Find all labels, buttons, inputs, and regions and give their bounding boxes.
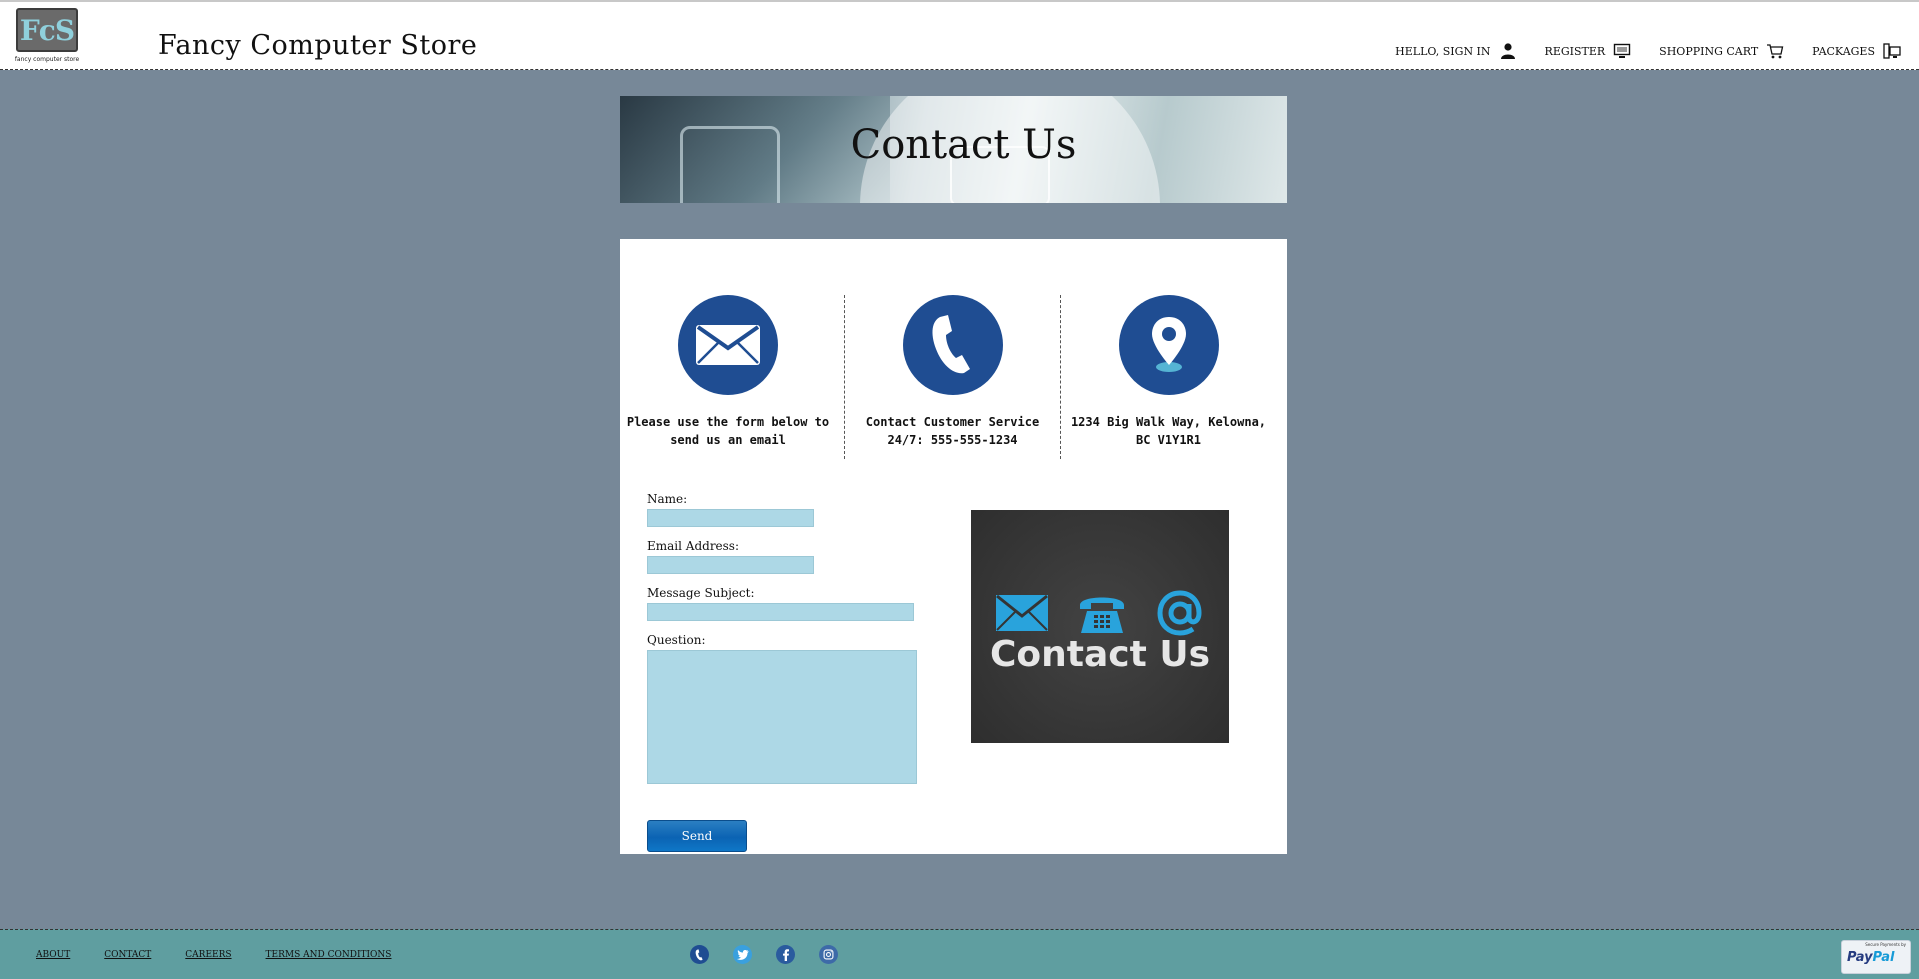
site-title[interactable]: Fancy Computer Store (158, 30, 477, 61)
social-facebook-button[interactable] (776, 945, 795, 964)
paypal-caption: Secure Payments by (1865, 942, 1906, 947)
contact-image-icons (995, 588, 1205, 638)
instagram-icon (823, 949, 834, 960)
nav-packages-label: Packages (1812, 44, 1875, 58)
telephone-icon (1080, 597, 1124, 633)
user-icon (1500, 43, 1515, 59)
desktop-tower-icon (1883, 43, 1901, 59)
site-header: FcS fancy computer store Fancy Computer … (0, 0, 1919, 70)
nav-packages[interactable]: Packages (1812, 42, 1901, 60)
nav-shopping-cart[interactable]: Shopping Cart (1659, 42, 1784, 60)
facebook-icon (782, 948, 789, 961)
twitter-icon (736, 949, 748, 960)
logo-caption: fancy computer store (14, 56, 80, 63)
contact-phone-text: Contact Customer Service 24/7: 555-555-1… (865, 415, 1040, 447)
send-button[interactable]: Send (647, 820, 747, 852)
top-nav: Hello, Sign In Register Shopping Cart (1395, 42, 1901, 60)
cart-icon (1767, 44, 1784, 59)
footer-link-terms[interactable]: Terms and Conditions (266, 950, 392, 960)
location-circle (1118, 295, 1219, 395)
site-footer: About Contact Careers Terms and Conditio… (0, 929, 1919, 979)
site-logo[interactable]: FcS fancy computer store (14, 6, 80, 66)
contact-address-info: 1234 Big Walk Way, Kelowna, BC V1Y1R1 (1060, 295, 1276, 459)
contact-us-image: Contact Us (971, 510, 1229, 743)
contact-email-text: Please use the form below to send us an … (626, 415, 830, 447)
footer-link-careers[interactable]: Careers (185, 950, 231, 960)
page-title: Contact Us (850, 122, 1077, 168)
envelope-icon (996, 594, 1048, 631)
phone-icon (932, 315, 970, 374)
email-label: Email Address: (647, 539, 740, 553)
social-links (690, 945, 838, 964)
footer-links: About Contact Careers Terms and Conditio… (36, 950, 391, 960)
social-phone-button[interactable] (690, 945, 709, 964)
paypal-badge[interactable]: Secure Payments by PayPal (1841, 940, 1911, 974)
phone-icon (695, 948, 703, 960)
footer-link-contact[interactable]: Contact (104, 950, 151, 960)
paypal-word-pay: Pay (1847, 950, 1873, 965)
question-label: Question: (647, 633, 706, 647)
nav-register-label: Register (1544, 44, 1606, 58)
monitor-icon (1613, 43, 1631, 58)
subject-field[interactable] (647, 603, 914, 621)
subject-label: Message Subject: (647, 586, 755, 600)
at-sign-icon (1157, 590, 1202, 636)
nav-cart-label: Shopping Cart (1659, 44, 1759, 58)
contact-email-info: Please use the form below to send us an … (620, 295, 836, 459)
contact-address-text: 1234 Big Walk Way, Kelowna, BC V1Y1R1 (1070, 415, 1267, 447)
social-instagram-button[interactable] (819, 945, 838, 964)
envelope-icon (696, 325, 760, 365)
social-twitter-button[interactable] (733, 945, 752, 964)
location-pin-icon (1151, 317, 1186, 372)
envelope-circle (678, 295, 778, 395)
contact-phone-info: Contact Customer Service 24/7: 555-555-1… (844, 295, 1060, 459)
nav-sign-in[interactable]: Hello, Sign In (1395, 42, 1516, 60)
logo-letters: FcS (16, 8, 78, 52)
nav-sign-in-label: Hello, Sign In (1395, 44, 1491, 58)
question-field[interactable] (647, 650, 917, 784)
name-field[interactable] (647, 509, 814, 527)
footer-link-about[interactable]: About (36, 950, 70, 960)
nav-register[interactable]: Register (1545, 42, 1632, 60)
paypal-logo: PayPal (1847, 950, 1894, 965)
contact-image-text: Contact Us (989, 634, 1211, 675)
phone-circle (902, 295, 1003, 395)
paypal-word-pal: Pal (1872, 950, 1895, 965)
contact-card: Please use the form below to send us an … (620, 239, 1287, 854)
contact-form: Name: Email Address: Message Subject: Qu… (647, 492, 947, 852)
page-banner: Contact Us (620, 96, 1287, 203)
name-label: Name: (647, 492, 688, 506)
email-field[interactable] (647, 556, 814, 574)
